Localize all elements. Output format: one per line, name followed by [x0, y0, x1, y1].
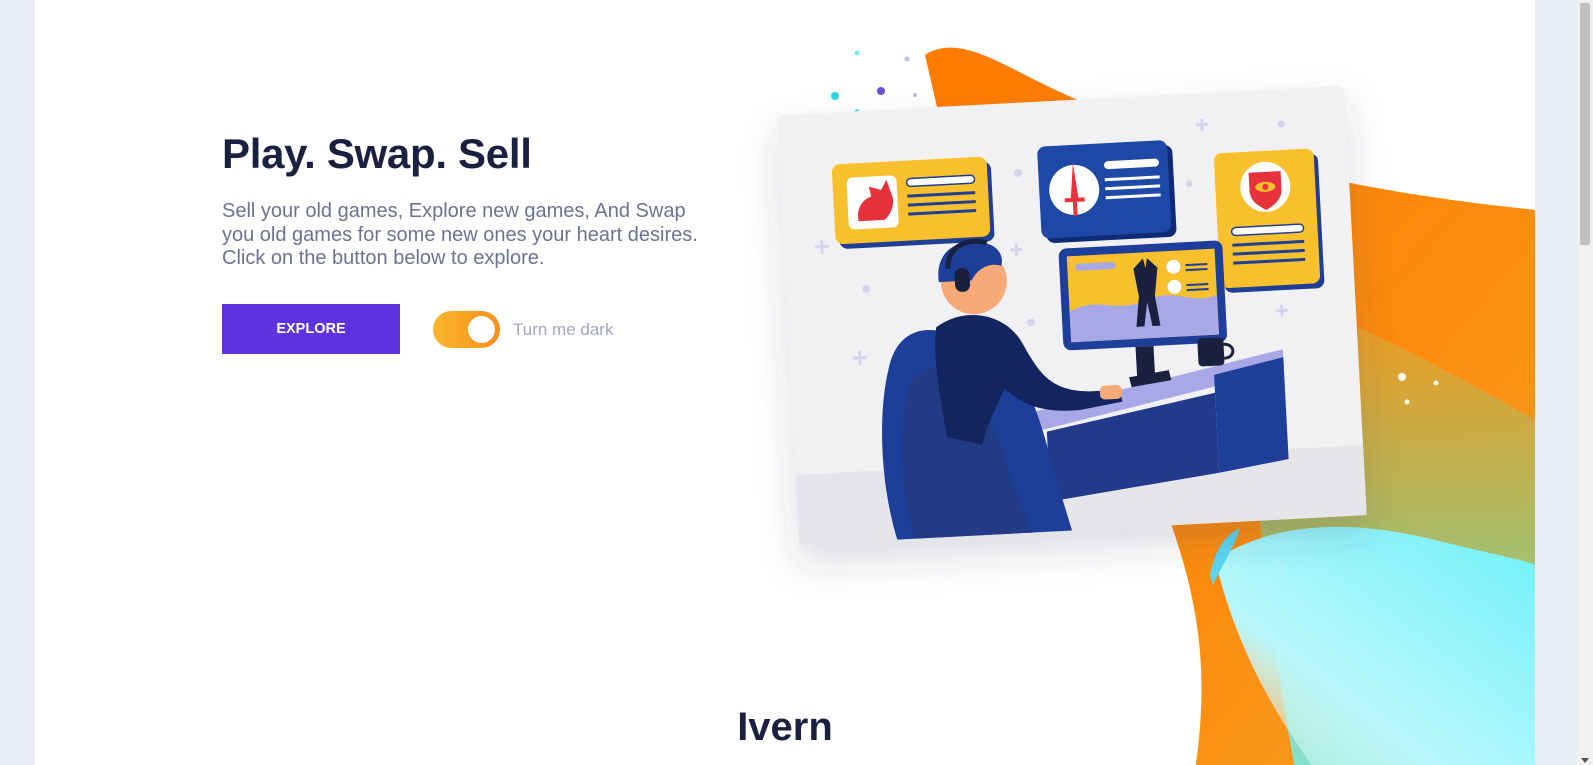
- game-card-eye: [1213, 148, 1325, 293]
- game-card-dragon: [831, 156, 995, 249]
- hero-illustration: [777, 47, 1535, 765]
- scrollbar[interactable]: [1577, 0, 1593, 765]
- gaming-card: [777, 85, 1367, 545]
- scrollbar-thumb[interactable]: [1580, 3, 1590, 245]
- scroll-down-arrow-icon[interactable]: [1581, 758, 1589, 763]
- brand-name: Ivern: [737, 705, 833, 749]
- page: Play. Swap. Sell Sell your old games, Ex…: [35, 0, 1535, 765]
- game-card-sword: [1037, 140, 1177, 243]
